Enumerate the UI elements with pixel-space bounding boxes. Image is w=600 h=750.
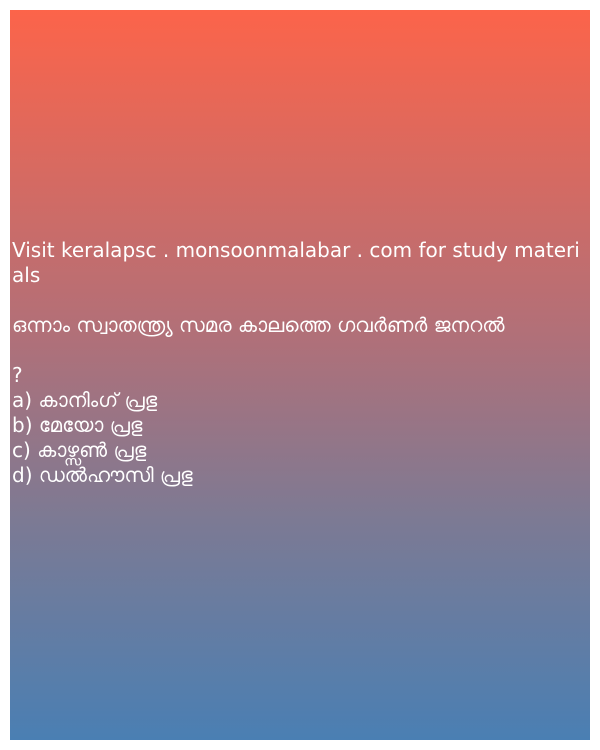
option-a: a) കാനിംഗ് പ്രഭു [12,388,158,412]
option-c: c) കാഴ്സൺ പ്രഭു [12,438,147,462]
study-materials-notice: Visit keralapsc . monsoonmalabar . com f… [12,238,580,287]
option-b: b) മേയോ പ്രഭു [12,413,143,437]
question-card: Visit keralapsc . monsoonmalabar . com f… [10,10,590,740]
question-text-block: Visit keralapsc . monsoonmalabar . com f… [12,238,588,488]
question-mark: ? [12,363,23,387]
question-text: ഒന്നാം സ്വാതന്ത്ര്യ സമര കാലത്തെ ഗവർണർ ജന… [12,313,505,337]
option-d: d) ഡൽഹൗസി പ്രഭു [12,463,193,487]
